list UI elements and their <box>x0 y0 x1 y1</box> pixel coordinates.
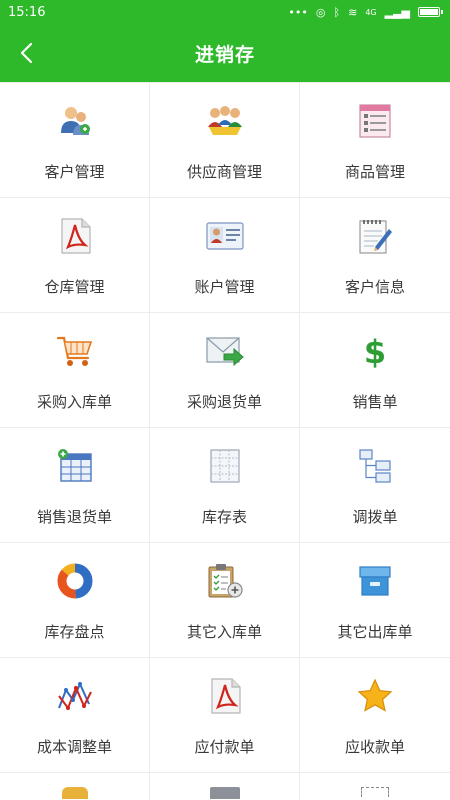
menu-item-warehouse-management[interactable]: 仓库管理 <box>0 198 150 313</box>
menu-item-label: 供应商管理 <box>186 163 262 181</box>
menu-item-supplier-management[interactable]: 供应商管理 <box>150 83 300 198</box>
menu-item-customer-management[interactable]: 客户管理 <box>0 83 150 198</box>
star-icon <box>355 676 395 716</box>
coins-icon <box>61 787 88 799</box>
menu-item-partial[interactable] <box>300 773 450 800</box>
menu-item-label: 账户管理 <box>194 278 255 296</box>
menu-item-partial[interactable] <box>0 773 150 800</box>
menu-item-label: 应付款单 <box>194 738 255 756</box>
hierarchy-icon <box>355 446 395 486</box>
grid-sheet-icon <box>205 446 245 486</box>
pdf-document-icon <box>55 216 95 256</box>
archive-box-icon <box>355 561 395 601</box>
menu-item-other-inbound[interactable]: 其它入库单 <box>150 543 300 658</box>
clipboard-add-icon <box>205 561 245 601</box>
menu-grid: 客户管理 供应商管理 商品管理 仓库管理 账户管理 客户信息 采购入库单 采购退… <box>0 82 450 773</box>
page-title: 进销存 <box>194 43 255 66</box>
menu-item-purchase-return[interactable]: 采购退货单 <box>150 313 300 428</box>
id-card-icon <box>205 216 245 256</box>
back-button[interactable] <box>14 41 38 65</box>
status-bar: 15:16 ••• ◎ ᛒ ≋ 4G ▂▃▅ <box>0 0 450 24</box>
signal-icon: ▂▃▅ <box>384 5 410 19</box>
more-icon: ••• <box>288 5 308 19</box>
menu-item-cost-adjustment[interactable]: 成本调整单 <box>0 658 150 773</box>
document-icon <box>361 787 389 797</box>
pdf-document-icon <box>205 676 245 716</box>
menu-item-transfer-order[interactable]: 调拨单 <box>300 428 450 543</box>
menu-item-sales-order[interactable]: $ 销售单 <box>300 313 450 428</box>
menu-item-partial[interactable] <box>150 773 300 800</box>
menu-item-label: 应收款单 <box>344 738 405 756</box>
menu-item-accounts-payable[interactable]: 应付款单 <box>150 658 300 773</box>
battery-icon <box>418 7 443 17</box>
dollar-icon: $ <box>355 331 395 371</box>
supplier-group-icon <box>205 101 245 141</box>
menu-item-purchase-inbound[interactable]: 采购入库单 <box>0 313 150 428</box>
users-icon <box>55 101 95 141</box>
svg-text:$: $ <box>364 333 386 370</box>
menu-item-label: 客户管理 <box>44 163 105 181</box>
menu-item-product-management[interactable]: 商品管理 <box>300 83 450 198</box>
menu-item-label: 仓库管理 <box>44 278 105 296</box>
line-chart-icon <box>55 676 95 716</box>
menu-item-label: 调拨单 <box>352 508 398 526</box>
menu-grid-next-row <box>0 773 450 800</box>
network-label: 4G <box>365 7 377 17</box>
menu-item-label: 客户信息 <box>344 278 405 296</box>
product-list-icon <box>355 101 395 141</box>
menu-item-inventory-table[interactable]: 库存表 <box>150 428 300 543</box>
data-icon: ◎ <box>315 5 326 19</box>
printer-icon <box>209 787 240 799</box>
menu-item-label: 其它入库单 <box>186 623 262 641</box>
menu-item-label: 其它出库单 <box>337 623 413 641</box>
app-bar: 进销存 <box>0 24 450 82</box>
menu-item-label: 库存表 <box>201 508 247 526</box>
status-time: 15:16 <box>8 4 46 20</box>
menu-item-accounts-receivable[interactable]: 应收款单 <box>300 658 450 773</box>
mail-forward-icon <box>205 331 245 371</box>
menu-item-label: 库存盘点 <box>44 623 105 641</box>
chevron-left-icon <box>20 42 33 64</box>
menu-item-label: 销售退货单 <box>36 508 112 526</box>
menu-item-other-outbound[interactable]: 其它出库单 <box>300 543 450 658</box>
menu-item-label: 成本调整单 <box>36 738 112 756</box>
menu-item-label: 采购入库单 <box>36 393 112 411</box>
notepad-pencil-icon <box>355 216 395 256</box>
wifi-icon: ≋ <box>348 5 358 19</box>
shopping-cart-icon <box>55 331 95 371</box>
status-icons: ••• ◎ ᛒ ≋ 4G ▂▃▅ <box>288 5 443 19</box>
menu-item-stock-taking[interactable]: 库存盘点 <box>0 543 150 658</box>
bluetooth-icon: ᛒ <box>333 5 341 19</box>
menu-item-label: 商品管理 <box>344 163 405 181</box>
menu-item-account-management[interactable]: 账户管理 <box>150 198 300 313</box>
menu-item-sales-return[interactable]: 销售退货单 <box>0 428 150 543</box>
menu-item-label: 采购退货单 <box>186 393 262 411</box>
menu-item-label: 销售单 <box>352 393 398 411</box>
menu-item-customer-info[interactable]: 客户信息 <box>300 198 450 313</box>
donut-chart-icon <box>55 561 95 601</box>
table-add-icon <box>55 446 95 486</box>
